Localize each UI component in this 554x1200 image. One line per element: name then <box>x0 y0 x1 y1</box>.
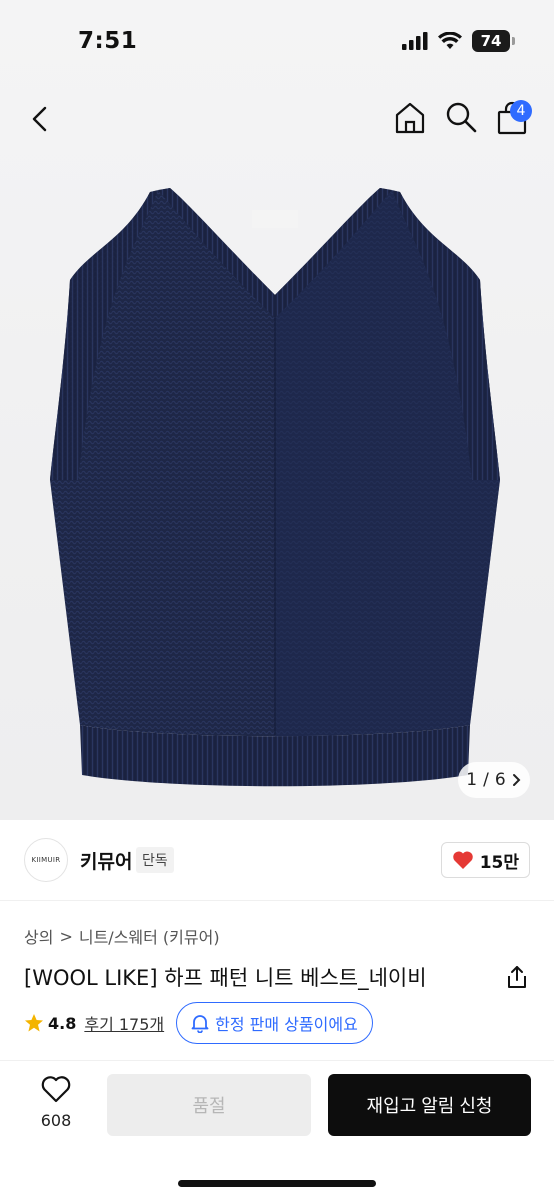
divider <box>0 900 554 901</box>
product-title: [WOOL LIKE] 하프 패턴 니트 베스트_네이비 <box>24 966 427 990</box>
wishlist-count: 608 <box>40 1111 72 1130</box>
top-nav <box>0 96 554 144</box>
restock-alert-button[interactable]: 재입고 알림 신청 <box>328 1074 531 1136</box>
bell-icon <box>191 1015 209 1033</box>
search-icon[interactable] <box>444 100 478 134</box>
status-time: 7:51 <box>78 28 138 54</box>
rating-row: 4.8 후기 175개 한정 판매 상품이에요 <box>24 1002 373 1044</box>
brand-logo[interactable]: KIIMUIR <box>24 838 68 882</box>
product-photo[interactable] <box>40 180 510 795</box>
status-indicators: 74 <box>402 30 515 52</box>
image-separator: / <box>483 770 489 790</box>
limited-sale-notice[interactable]: 한정 판매 상품이에요 <box>176 1002 373 1044</box>
breadcrumb-subcategory[interactable]: 니트/스웨터 (키뮤어) <box>79 924 220 948</box>
home-icon[interactable] <box>392 100 428 136</box>
star-icon <box>25 1014 43 1032</box>
brand-like-button[interactable]: 15만 <box>440 842 530 878</box>
bottom-action-bar: 608 품절 재입고 알림 신청 <box>0 1060 554 1200</box>
brand-logo-text: KIIMUIR <box>31 856 61 864</box>
exclusive-tag: 단독 <box>136 847 174 873</box>
image-counter[interactable]: 1 / 6 <box>458 762 530 798</box>
heart-filled-icon <box>452 851 473 869</box>
back-arrow-icon[interactable] <box>24 102 58 136</box>
status-bar: 7:51 74 <box>0 0 554 80</box>
sold-out-button: 품절 <box>107 1074 311 1136</box>
wishlist-button[interactable]: 608 <box>30 1075 82 1130</box>
review-count-link[interactable]: 후기 175개 <box>84 1011 164 1035</box>
share-icon[interactable] <box>504 964 530 990</box>
breadcrumb: 상의 > 니트/스웨터 (키뮤어) <box>24 924 220 948</box>
chevron-right-icon <box>512 774 521 786</box>
rating-value: 4.8 <box>48 1013 77 1033</box>
image-total: 6 <box>494 770 506 790</box>
breadcrumb-separator: > <box>59 926 73 946</box>
image-index: 1 <box>466 770 478 790</box>
brand-row: KIIMUIR 키뮤어 단독 15만 <box>24 838 530 882</box>
cart-count-badge: 4 <box>510 100 532 122</box>
battery-indicator: 74 <box>472 30 515 52</box>
signal-icon <box>402 32 428 50</box>
home-indicator <box>178 1180 376 1187</box>
brand-name[interactable]: 키뮤어 <box>80 847 132 874</box>
limited-sale-text: 한정 판매 상품이에요 <box>215 1015 358 1034</box>
breadcrumb-category[interactable]: 상의 <box>24 924 53 948</box>
wifi-icon <box>438 32 462 49</box>
brand-like-count: 15만 <box>479 852 519 873</box>
battery-level: 74 <box>480 32 502 50</box>
heart-outline-icon <box>41 1076 71 1103</box>
